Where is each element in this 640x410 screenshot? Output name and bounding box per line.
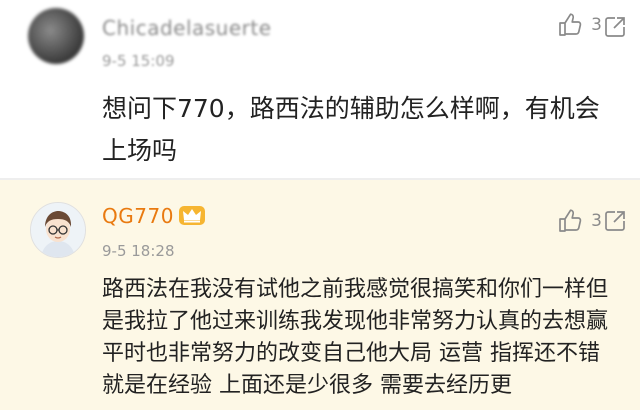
like-button[interactable]: 3 [557, 208, 602, 234]
like-button[interactable]: 3 [557, 12, 602, 38]
share-button[interactable] [604, 210, 626, 232]
comment-item: Chicadelasuerte 9-5 15:09 3 想问下770，路西法的辅… [0, 0, 640, 180]
timestamp: 9-5 15:09 [102, 52, 175, 70]
comment-item-highlighted: QG770 9-5 18:28 3 路西法在我没有试他之前我感觉很搞笑和你们一样… [0, 180, 640, 410]
like-count: 3 [591, 15, 602, 35]
avatar[interactable] [28, 8, 84, 64]
comment-text: 路西法在我没有试他之前我感觉很搞笑和你们一样但是我拉了他过来训练我发现他非常努力… [102, 277, 609, 398]
comment-text: 想问下770，路西法的辅助怎么样啊，有机会上场吗 [102, 94, 600, 165]
share-button[interactable] [604, 16, 626, 38]
thumbs-up-icon [559, 209, 582, 232]
like-count: 3 [591, 211, 602, 231]
username[interactable]: Chicadelasuerte [102, 16, 272, 40]
timestamp: 9-5 18:28 [102, 242, 175, 260]
avatar[interactable] [30, 202, 86, 258]
crown-vip-icon [178, 203, 206, 227]
cartoon-avatar-icon [31, 203, 85, 257]
share-box-icon [605, 211, 625, 231]
thumbs-up-icon [559, 13, 582, 36]
username[interactable]: QG770 [102, 204, 174, 228]
share-box-icon [605, 17, 625, 37]
